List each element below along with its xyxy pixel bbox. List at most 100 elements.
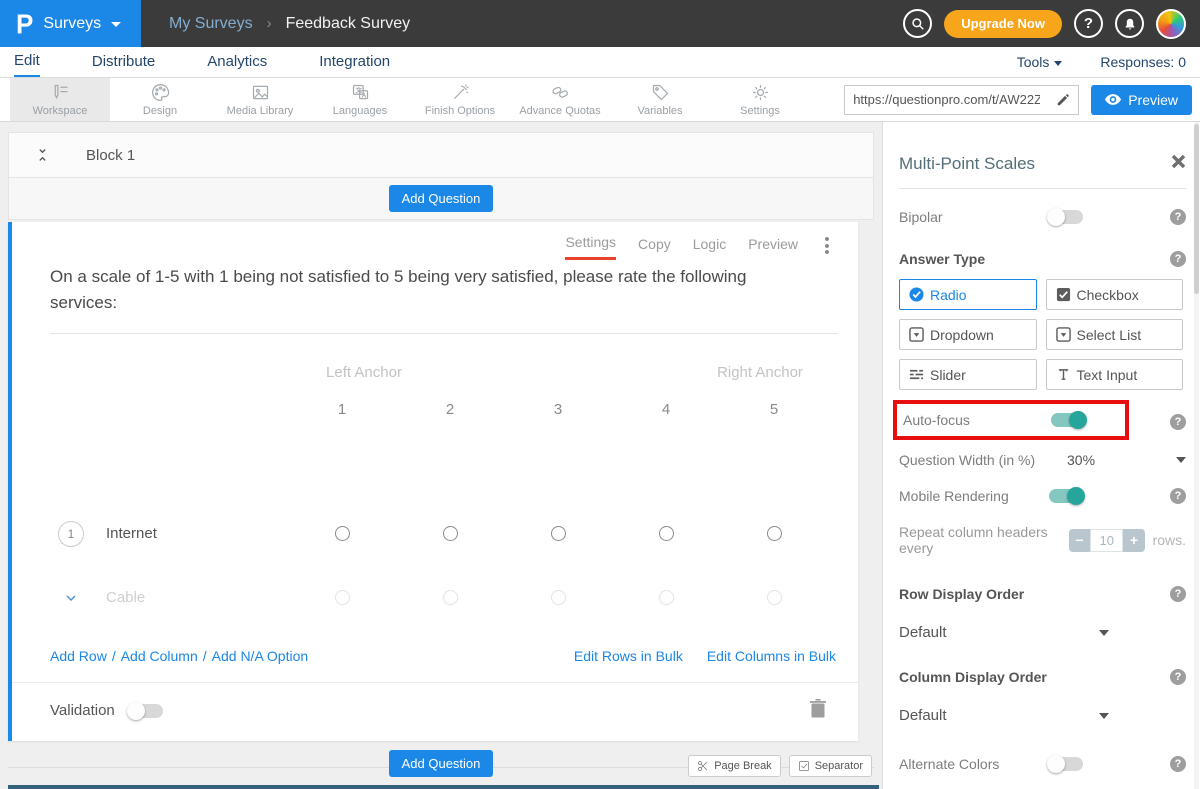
radio-button[interactable] [443,526,458,541]
column-header[interactable]: 5 [720,390,828,430]
auto-focus-label: Auto-focus [903,412,1051,428]
row-label-cable[interactable]: Cable [106,589,145,606]
link-separator: / [112,648,116,664]
answer-type-checkbox[interactable]: Checkbox [1046,279,1184,310]
column-display-order-select[interactable]: Default [899,707,1109,724]
help-icon[interactable]: ? [1170,414,1186,430]
toolbar-item-finish-options[interactable]: Finish Options [410,78,510,121]
answer-type-options: Radio Checkbox Dropdown Select List Slid… [899,279,1183,390]
anchor-spacer [612,356,720,390]
user-avatar[interactable] [1156,9,1186,39]
row-display-order-select[interactable]: Default [899,624,1109,641]
toolbar-item-languages[interactable]: 文A Languages [310,78,410,121]
question-tab-settings[interactable]: Settings [565,234,616,260]
notifications-button[interactable] [1115,9,1144,38]
add-question-button-top[interactable]: Add Question [389,185,494,212]
chevron-down-icon[interactable] [1176,457,1186,463]
answer-type-radio[interactable]: Radio [899,279,1037,310]
column-header[interactable]: 4 [612,390,720,430]
help-icon[interactable]: ? [1170,209,1186,225]
column-header[interactable]: 3 [504,390,612,430]
delete-question-button[interactable] [810,699,826,723]
answer-type-dropdown[interactable]: Dropdown [899,319,1037,350]
column-header[interactable]: 2 [396,390,504,430]
add-na-option-link[interactable]: Add N/A Option [212,648,309,664]
close-panel-button[interactable] [1171,154,1186,174]
toolbar-item-workspace[interactable]: Workspace [10,78,110,121]
radio-button[interactable] [335,526,350,541]
repeat-headers-value[interactable]: 10 [1090,529,1123,552]
separator-label: Separator [815,760,863,772]
toolbar-item-variables[interactable]: Variables [610,78,710,121]
sidebar-scrollbar[interactable] [1194,122,1199,789]
tab-integration[interactable]: Integration [319,49,390,76]
anchor-spacer [504,356,612,390]
bipolar-toggle[interactable] [1049,210,1083,224]
tab-distribute[interactable]: Distribute [92,49,155,76]
tools-menu[interactable]: Tools [1017,54,1063,70]
upgrade-now-button[interactable]: Upgrade Now [944,10,1062,38]
radio-button[interactable] [767,590,782,605]
row-reorder-button[interactable] [58,590,84,606]
radio-button[interactable] [335,590,350,605]
chevron-down-icon [63,590,79,606]
question-tab-logic[interactable]: Logic [693,236,726,259]
help-icon[interactable]: ? [1170,251,1186,267]
toolbar-item-advance-quotas[interactable]: Advance Quotas [510,78,610,121]
increment-button[interactable]: + [1123,529,1144,552]
row-label-internet[interactable]: Internet [106,525,157,542]
radio-button[interactable] [659,526,674,541]
alternate-colors-toggle[interactable] [1049,757,1083,771]
radio-button[interactable] [659,590,674,605]
page-break-button[interactable]: Page Break [688,755,780,777]
toolbar-item-media-library[interactable]: Media Library [210,78,310,121]
answer-type-select-list[interactable]: Select List [1046,319,1184,350]
toolbar-item-settings[interactable]: Settings [710,78,810,121]
survey-url-input[interactable] [845,92,1048,107]
answer-type-text-input[interactable]: Text Input [1046,359,1184,390]
left-anchor-label[interactable]: Left Anchor [310,356,418,390]
help-button[interactable]: ? [1074,9,1103,38]
help-icon[interactable]: ? [1170,756,1186,772]
help-icon[interactable]: ? [1170,586,1186,602]
alternate-colors-label: Alternate Colors [899,756,1049,772]
add-column-link[interactable]: Add Column [121,648,198,664]
separator-button[interactable]: Separator [789,755,872,777]
question-text[interactable]: On a scale of 1-5 with 1 being not satis… [50,264,812,317]
auto-focus-toggle[interactable] [1051,413,1085,427]
survey-canvas: Block 1 Add Question Settings Copy Logic… [0,122,882,789]
preview-button[interactable]: Preview [1091,85,1192,115]
question-mark-icon: ? [1084,15,1093,32]
scrollbar-thumb[interactable] [1194,124,1199,294]
radio-button[interactable] [767,526,782,541]
row-display-order-header: Row Display Order ? [899,586,1186,602]
help-icon[interactable]: ? [1170,669,1186,685]
add-question-button-bottom[interactable]: Add Question [389,750,494,777]
help-icon[interactable]: ? [1170,488,1186,504]
mobile-rendering-toggle[interactable] [1049,489,1083,503]
radio-button[interactable] [551,526,566,541]
tab-edit[interactable]: Edit [14,48,40,77]
edit-rows-in-bulk-link[interactable]: Edit Rows in Bulk [574,648,683,664]
row-index-badge[interactable]: 1 [58,521,84,547]
column-header[interactable]: 1 [288,390,396,430]
collapse-block-button[interactable] [35,146,50,164]
toolbar-item-design[interactable]: Design [110,78,210,121]
validation-toggle[interactable] [129,704,163,718]
search-button[interactable] [903,9,932,38]
question-tab-copy[interactable]: Copy [638,236,671,259]
kebab-menu-icon[interactable]: ••• [820,237,834,257]
question-width-value[interactable]: 30% [1067,452,1095,468]
decrement-button[interactable]: − [1069,529,1090,552]
question-tab-preview[interactable]: Preview [748,236,798,259]
surveys-product-menu[interactable]: P Surveys [0,0,141,47]
radio-button[interactable] [443,590,458,605]
add-row-link[interactable]: Add Row [50,648,107,664]
edit-url-button[interactable] [1048,86,1078,114]
answer-type-slider[interactable]: Slider [899,359,1037,390]
radio-button[interactable] [551,590,566,605]
breadcrumb-my-surveys[interactable]: My Surveys [169,15,253,33]
tab-analytics[interactable]: Analytics [207,49,267,76]
right-anchor-label[interactable]: Right Anchor [706,356,814,390]
edit-columns-in-bulk-link[interactable]: Edit Columns in Bulk [707,648,836,664]
